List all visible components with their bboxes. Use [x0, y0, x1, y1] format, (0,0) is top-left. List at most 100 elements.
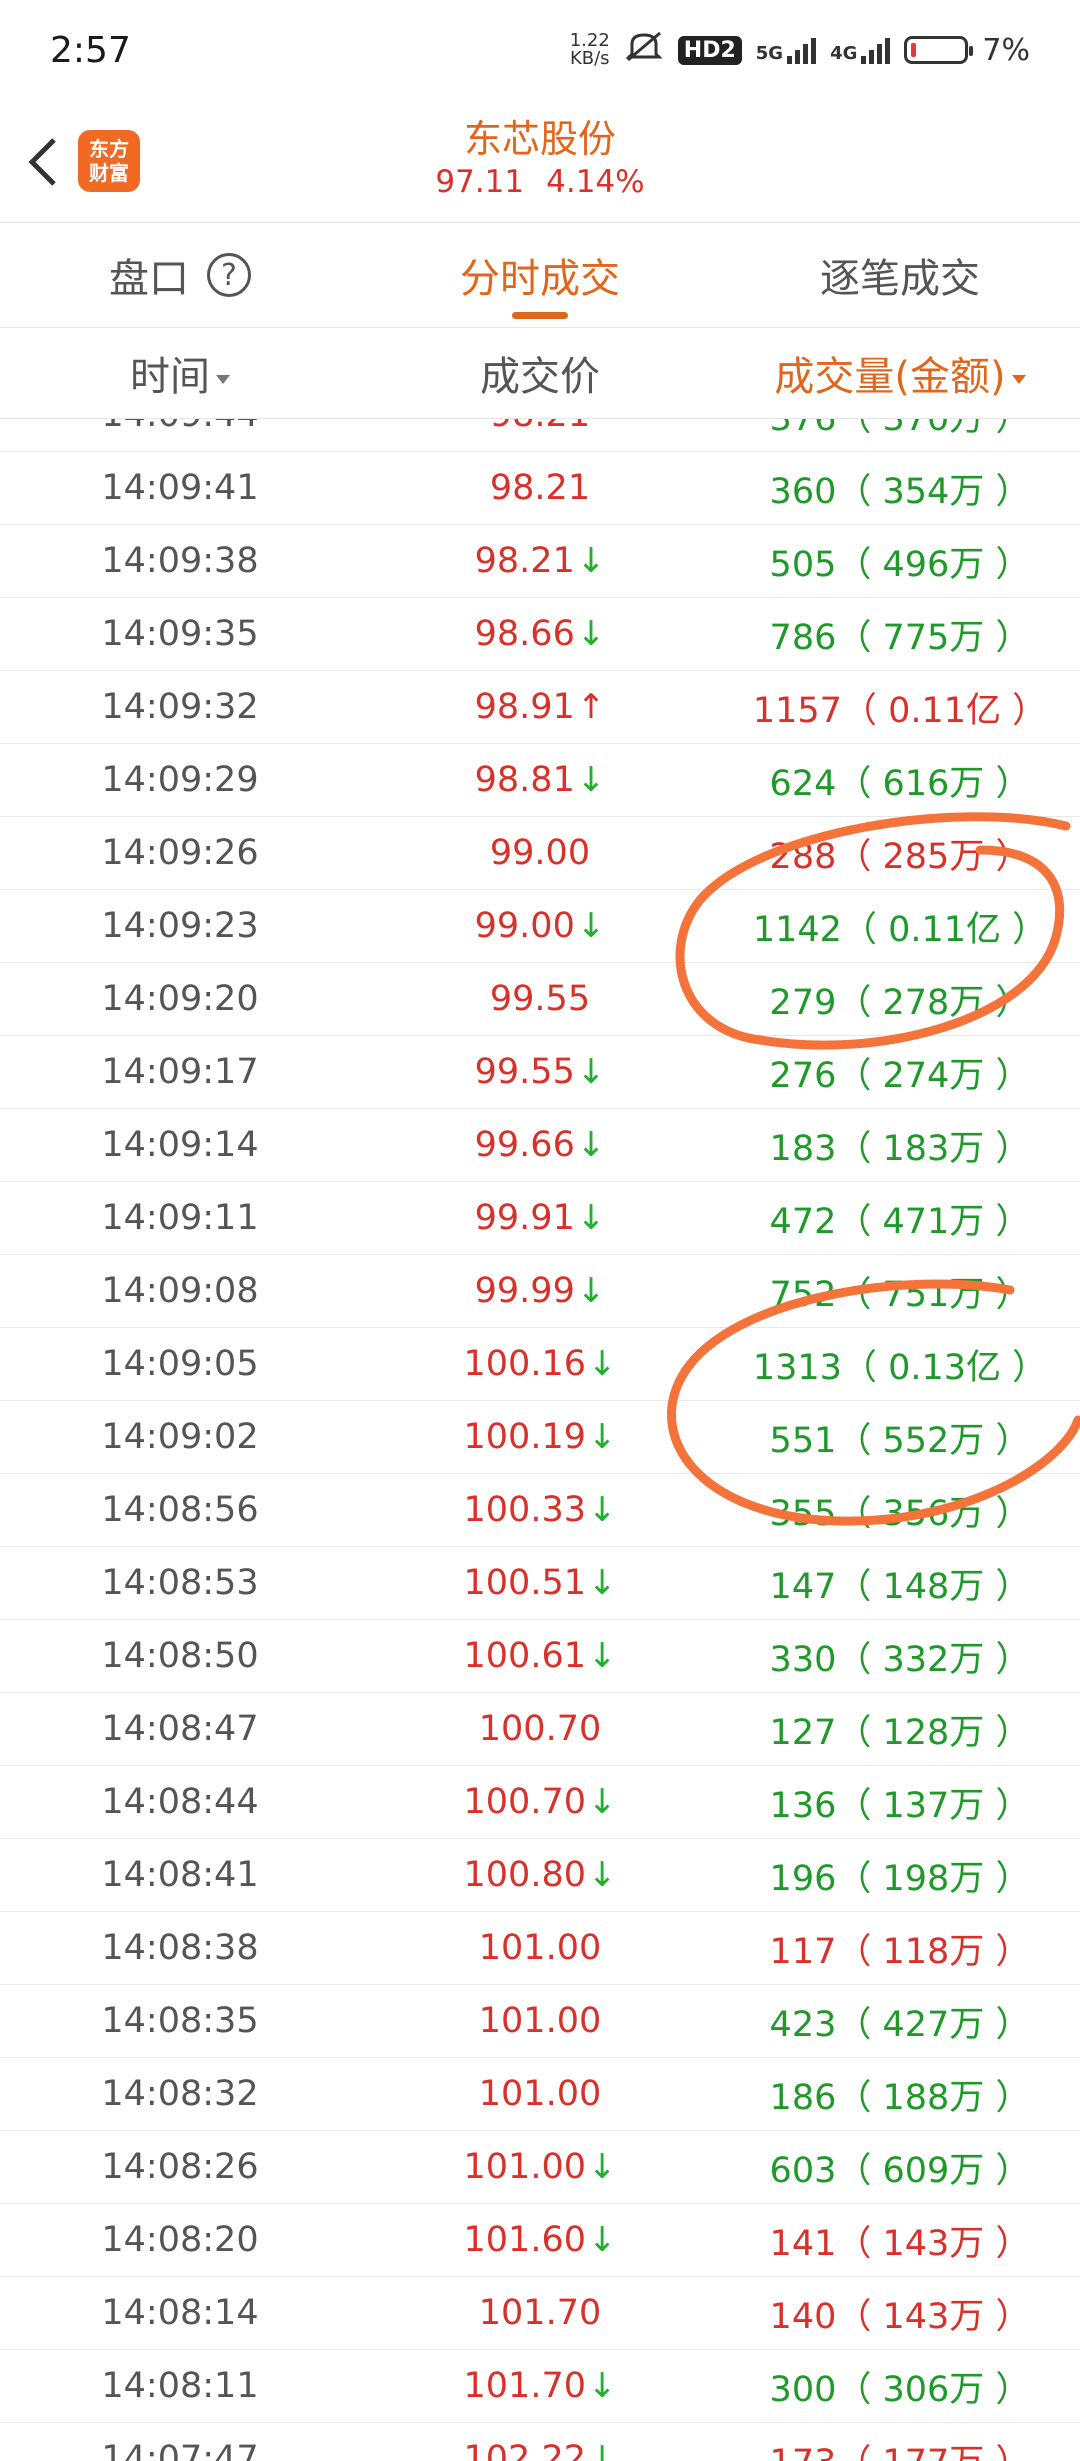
trade-price: 99.66↓ [360, 1125, 720, 1165]
trade-volume: 288（ 285万 ） [720, 828, 1080, 879]
trade-row: 14:09:2998.81↓624（ 616万 ） [0, 744, 1080, 817]
tab-bar: 盘口 ? 分时成交 逐笔成交 [0, 222, 1080, 328]
trade-row: 14:08:53100.51↓147（ 148万 ） [0, 1547, 1080, 1620]
trade-price: 98.21 [360, 468, 720, 508]
trade-time: 14:09:11 [0, 1198, 360, 1238]
trade-row: 14:09:1799.55↓276（ 274万 ） [0, 1036, 1080, 1109]
trade-volume: 183（ 183万 ） [720, 1120, 1080, 1171]
trade-volume: 173（ 177万 ） [720, 2434, 1080, 2461]
sort-caret-icon [1012, 375, 1026, 384]
trade-price: 99.55 [360, 979, 720, 1019]
battery-level: 7% [982, 33, 1030, 68]
trade-price: 99.99↓ [360, 1271, 720, 1311]
trade-row: 14:09:1199.91↓472（ 471万 ） [0, 1182, 1080, 1255]
status-time: 2:57 [50, 30, 131, 71]
stock-price: 97.11 [435, 164, 524, 200]
trade-row: 14:08:26101.00↓603（ 609万 ） [0, 2131, 1080, 2204]
arrow-down-icon: ↓ [577, 906, 606, 946]
trade-time: 14:09:05 [0, 1344, 360, 1384]
arrow-down-icon: ↓ [577, 1052, 606, 1092]
trade-volume: 1313（ 0.13亿 ） [720, 1339, 1080, 1390]
trade-row: 14:09:2399.00↓1142（ 0.11亿 ） [0, 890, 1080, 963]
trade-price: 100.61↓ [360, 1636, 720, 1676]
trade-time: 14:08:47 [0, 1709, 360, 1749]
trade-row: 14:09:0899.99↓752（ 751万 ） [0, 1255, 1080, 1328]
trade-row: 14:09:4198.21360（ 354万 ） [0, 452, 1080, 525]
trade-row: 14:09:02100.19↓551（ 552万 ） [0, 1401, 1080, 1474]
trade-time: 14:09:17 [0, 1052, 360, 1092]
column-time[interactable]: 时间 [0, 344, 360, 402]
trade-row: 14:08:32101.00186（ 188万 ） [0, 2058, 1080, 2131]
trade-time: 14:08:44 [0, 1782, 360, 1822]
arrow-down-icon: ↓ [588, 1490, 617, 1530]
trade-time: 14:09:44 [0, 418, 360, 435]
trade-volume: 752（ 751万 ） [720, 1266, 1080, 1317]
trade-volume: 140（ 143万 ） [720, 2288, 1080, 2339]
tab-order-book[interactable]: 盘口 ? [0, 223, 360, 327]
trade-price: 100.33↓ [360, 1490, 720, 1530]
stock-quote: 97.11 4.14% [0, 164, 1080, 200]
trade-volume: 423（ 427万 ） [720, 1996, 1080, 2047]
arrow-down-icon: ↓ [588, 1344, 617, 1384]
trade-row: 14:09:2699.00288（ 285万 ） [0, 817, 1080, 890]
trade-price: 99.55↓ [360, 1052, 720, 1092]
trade-rows: 14:09:4498.21376（ 370万 ）14:09:4198.21360… [0, 418, 1080, 2461]
sort-caret-icon [216, 375, 230, 384]
trade-time: 14:08:56 [0, 1490, 360, 1530]
arrow-down-icon: ↓ [588, 1636, 617, 1676]
trade-row: 14:08:50100.61↓330（ 332万 ） [0, 1620, 1080, 1693]
trade-volume: 376（ 370万 ） [720, 418, 1080, 441]
signal-5g-icon: 5G [756, 36, 816, 64]
trade-time: 14:09:38 [0, 541, 360, 581]
trade-volume: 141（ 143万 ） [720, 2215, 1080, 2266]
stock-header: 东方 财富 东芯股份 97.114.14% [0, 100, 1080, 222]
trade-price: 99.91↓ [360, 1198, 720, 1238]
trade-price: 100.51↓ [360, 1563, 720, 1603]
trade-row: 14:08:11101.70↓300（ 306万 ） [0, 2350, 1080, 2423]
trade-volume: 186（ 188万 ） [720, 2069, 1080, 2120]
trade-price: 101.70↓ [360, 2366, 720, 2406]
arrow-down-icon: ↓ [588, 2366, 617, 2406]
trade-row: 14:09:2099.55279（ 278万 ） [0, 963, 1080, 1036]
arrow-down-icon: ↓ [577, 760, 606, 800]
stock-change: 4.14% [546, 164, 644, 200]
battery-icon [904, 36, 968, 64]
trade-volume: 196（ 198万 ） [720, 1850, 1080, 1901]
help-icon[interactable]: ? [207, 253, 251, 297]
trade-time: 14:09:08 [0, 1271, 360, 1311]
tab-time-trades[interactable]: 分时成交 [360, 223, 720, 327]
arrow-down-icon: ↓ [588, 1782, 617, 1822]
arrow-down-icon: ↓ [588, 1563, 617, 1603]
column-volume[interactable]: 成交量(金额) [720, 344, 1080, 402]
trade-row: 14:08:56100.33↓355（ 356万 ） [0, 1474, 1080, 1547]
trade-volume: 360（ 354万 ） [720, 463, 1080, 514]
trade-price: 98.21 [360, 418, 720, 435]
trade-volume: 300（ 306万 ） [720, 2361, 1080, 2412]
trade-time: 14:08:32 [0, 2074, 360, 2114]
trade-price: 98.21↓ [360, 541, 720, 581]
table-header: 时间 成交价 成交量(金额) [0, 328, 1080, 418]
trade-row: 14:08:20101.60↓141（ 143万 ） [0, 2204, 1080, 2277]
trade-price: 99.00 [360, 833, 720, 873]
tab-tick-trades[interactable]: 逐笔成交 [720, 223, 1080, 327]
trade-volume: 276（ 274万 ） [720, 1047, 1080, 1098]
network-speed: 1.22 KB/s [570, 32, 610, 68]
trade-price: 101.00↓ [360, 2147, 720, 2187]
status-bar: 2:57 1.22 KB/s HD2 5G 4G 7% [0, 0, 1080, 100]
trade-price: 98.66↓ [360, 614, 720, 654]
arrow-down-icon: ↓ [588, 1417, 617, 1457]
trade-price: 101.00 [360, 2074, 720, 2114]
trade-list[interactable]: 14:09:4498.21376（ 370万 ）14:09:4198.21360… [0, 418, 1080, 2461]
trade-time: 14:08:35 [0, 2001, 360, 2041]
trade-volume: 472（ 471万 ） [720, 1193, 1080, 1244]
trade-price: 101.60↓ [360, 2220, 720, 2260]
arrow-up-icon: ↑ [577, 687, 606, 727]
trade-volume: 330（ 332万 ） [720, 1631, 1080, 1682]
trade-price: 99.00↓ [360, 906, 720, 946]
trade-volume: 355（ 356万 ） [720, 1485, 1080, 1536]
trade-time: 14:07:47 [0, 2439, 360, 2461]
trade-price: 100.16↓ [360, 1344, 720, 1384]
hd-icon: HD2 [678, 36, 742, 65]
trade-time: 14:08:14 [0, 2293, 360, 2333]
trade-row: 14:08:41100.80↓196（ 198万 ） [0, 1839, 1080, 1912]
